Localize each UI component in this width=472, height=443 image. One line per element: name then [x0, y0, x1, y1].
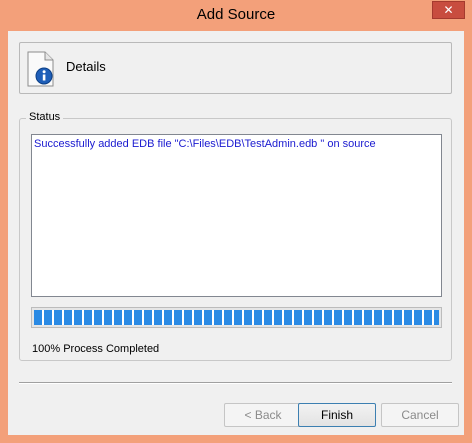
divider	[19, 382, 452, 384]
back-button[interactable]: < Back	[224, 403, 302, 427]
window-title: Add Source	[196, 6, 276, 23]
progress-label: 100% Process Completed	[32, 343, 160, 355]
details-label: Details	[66, 59, 106, 74]
status-log[interactable]: Successfully added EDB file "C:\Files\ED…	[31, 134, 442, 297]
status-group-label: Status	[26, 111, 64, 123]
details-header: Details	[19, 42, 452, 94]
document-info-icon	[27, 51, 54, 87]
title-bar: Add Source ✕	[0, 0, 472, 31]
progress-fill	[34, 310, 439, 325]
status-message: Successfully added EDB file "C:\Files\ED…	[34, 138, 376, 150]
progress-bar	[31, 307, 442, 328]
close-button[interactable]: ✕	[432, 1, 465, 19]
finish-button[interactable]: Finish	[298, 403, 376, 427]
cancel-button[interactable]: Cancel	[381, 403, 459, 427]
dialog-client: Details Status Successfully added EDB fi…	[8, 31, 464, 435]
status-group: Status Successfully added EDB file "C:\F…	[19, 111, 452, 361]
